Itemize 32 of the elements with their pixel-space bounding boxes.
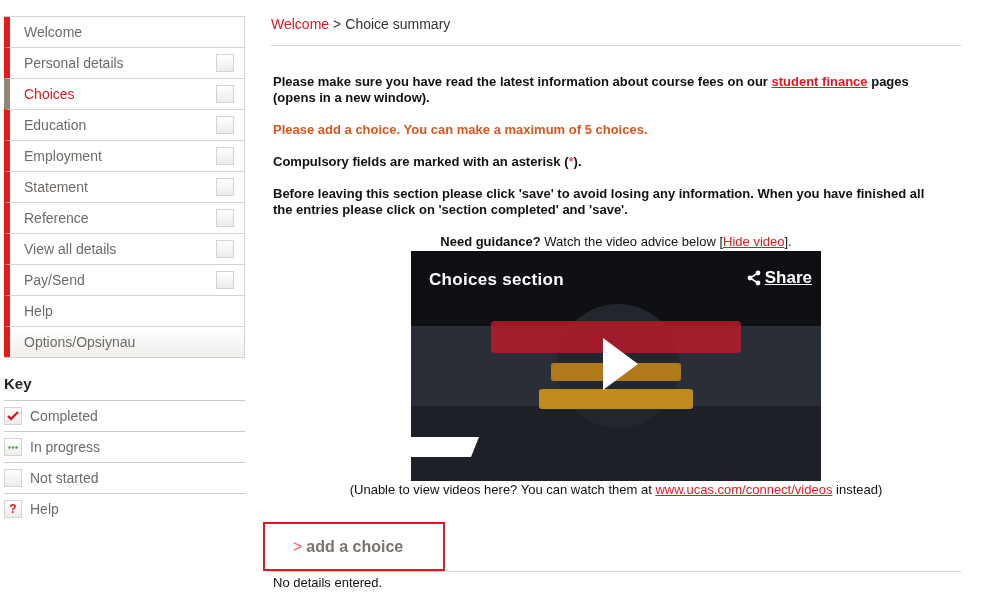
breadcrumb-current: Choice summary (345, 16, 451, 32)
choice-warning: Please add a choice. You can make a maximum of 5 choices. (273, 122, 649, 138)
breadcrumb-separator: > (333, 16, 342, 32)
sidebar-item[interactable]: Education (4, 109, 244, 140)
key-label: In progress (30, 439, 101, 455)
key-label: Completed (30, 408, 98, 424)
sidebar-item[interactable]: Personal details (4, 47, 244, 78)
key-label: Help (30, 501, 59, 517)
sidebar-item[interactable]: Help (4, 295, 244, 326)
fees-notice: Please make sure you have read the latest information about course fees on our student finance pages (opens in a new window). (273, 74, 910, 106)
guidance-text: Need guidance? Watch the video advice below [Hide video]. (440, 234, 792, 249)
video-title: Choices section (429, 270, 564, 290)
empty-message: No details entered. (271, 571, 961, 590)
share-link[interactable]: Share (745, 268, 812, 288)
sidebar-item[interactable]: Employment (4, 140, 244, 171)
compulsory-notice: Compulsory fields are marked with an asterisk (*). (273, 154, 583, 170)
sidebar-item[interactable]: Statement (4, 171, 244, 202)
sidebar-item[interactable]: Options/Opsiynau (4, 326, 244, 357)
breadcrumb-link[interactable]: Welcome (271, 16, 330, 32)
student-finance-link[interactable]: student finance (771, 74, 868, 89)
sidebar-item[interactable]: View all details (4, 233, 244, 264)
sidebar-item[interactable]: Pay/Send (4, 264, 244, 295)
sidebar-item[interactable]: Choices (4, 78, 244, 109)
add-choice-button[interactable]: > add a choice (263, 522, 445, 571)
share-icon (745, 270, 762, 286)
save-notice: Before leaving this section please click 'save' to avoid losing any information. When you have finished all the entries please click on 'section completed' and 'save'. (273, 186, 926, 218)
help-icon: ? (4, 500, 22, 518)
video-fallback-text: (Unable to view videos here? You can watch them at www.ucas.com/connect/videos instead) (349, 481, 883, 497)
key-label: Not started (30, 470, 99, 486)
sidebar-item[interactable]: Reference (4, 202, 244, 233)
videos-link[interactable]: www.ucas.com/connect/videos (655, 482, 833, 497)
key-heading: Key (4, 375, 33, 392)
